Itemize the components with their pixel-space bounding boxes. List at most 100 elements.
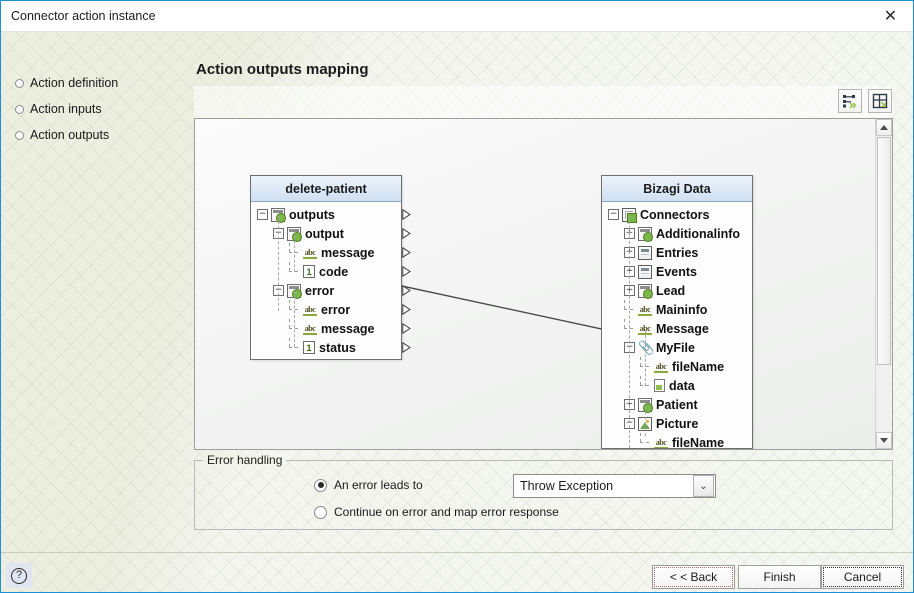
- connector-arrow-icon[interactable]: [402, 208, 411, 221]
- error-handling-legend: Error handling: [203, 453, 287, 467]
- tree-row[interactable]: abc message: [251, 243, 411, 262]
- sidebar-item-label: Action inputs: [30, 102, 102, 116]
- tree-guide-line: [629, 216, 630, 448]
- scroll-down-icon[interactable]: [876, 432, 892, 449]
- sidebar-item-action-definition[interactable]: Action definition: [15, 76, 118, 90]
- abc-icon: abc: [654, 362, 668, 373]
- tree-row[interactable]: − Connectors: [602, 205, 752, 224]
- tree-row-label: status: [319, 340, 356, 355]
- title-bar: Connector action instance ✕: [1, 1, 913, 32]
- connector-arrow-icon[interactable]: [402, 284, 411, 297]
- tree-row-label: Message: [656, 321, 709, 336]
- radio-continue-on-error[interactable]: Continue on error and map error response: [314, 505, 559, 519]
- connector-arrow-icon[interactable]: [402, 227, 411, 240]
- tree-guide-line: [294, 236, 295, 272]
- auto-map-icon[interactable]: [838, 89, 862, 113]
- canvas-vertical-scrollbar[interactable]: [875, 119, 892, 449]
- finish-button[interactable]: Finish: [738, 565, 821, 589]
- tree-row-label: error: [321, 302, 351, 317]
- tree-row[interactable]: abc message: [251, 319, 411, 338]
- tree-row-label: Lead: [656, 283, 686, 298]
- collection-icon: [638, 283, 653, 299]
- tree-row-label: error: [305, 283, 335, 298]
- chevron-down-icon[interactable]: ⌄: [693, 475, 714, 497]
- connector-action-instance-window: Connector action instance ✕ Action defin…: [0, 0, 914, 593]
- tree-row-label: Events: [656, 264, 697, 279]
- connector-arrow-icon[interactable]: [402, 341, 411, 354]
- table-icon: [638, 264, 652, 279]
- number-icon: 1: [303, 341, 315, 354]
- page-title: Action outputs mapping: [196, 61, 369, 78]
- sidebar-item-label: Action definition: [30, 76, 119, 90]
- source-tree-rows: − outputs − output abc message 1 code − error abc e…: [251, 202, 411, 359]
- connector-arrow-icon[interactable]: [402, 303, 411, 316]
- tree-row[interactable]: − error: [251, 281, 411, 300]
- tree-row[interactable]: + Additionalinfo: [602, 224, 752, 243]
- cancel-button[interactable]: Cancel: [821, 565, 904, 589]
- radio-label: An error leads to: [334, 478, 423, 492]
- file-icon: [654, 379, 665, 392]
- abc-icon: abc: [303, 324, 317, 335]
- tree-row[interactable]: abc error: [251, 300, 411, 319]
- tree-row[interactable]: abc Message: [602, 319, 752, 338]
- tree-connector-line: [640, 433, 651, 448]
- tree-row[interactable]: − outputs: [251, 205, 411, 224]
- connector-arrow-icon[interactable]: [402, 246, 411, 259]
- tree-row[interactable]: − 📎 MyFile: [602, 338, 752, 357]
- collapse-icon[interactable]: −: [608, 209, 619, 220]
- tree-row-label: fileName: [672, 359, 725, 374]
- tree-row[interactable]: 1 code: [251, 262, 411, 281]
- abc-icon: abc: [638, 305, 652, 316]
- tree-row-label: Maininfo: [656, 302, 708, 317]
- connector-arrow-icon[interactable]: [402, 322, 411, 335]
- tree-row-label: message: [321, 245, 375, 260]
- window-title: Connector action instance: [11, 9, 156, 23]
- tree-row[interactable]: abc fileName: [602, 433, 752, 448]
- error-action-dropdown[interactable]: Throw Exception ⌄: [513, 474, 716, 498]
- tree-row[interactable]: 1 status: [251, 338, 411, 357]
- table-icon: [638, 245, 652, 260]
- tree-row-label: outputs: [289, 207, 335, 222]
- mapping-canvas-container: delete-patient − outputs − output abc message…: [194, 118, 893, 450]
- tree-row[interactable]: + Patient: [602, 395, 752, 414]
- tree-guide-line: [645, 406, 646, 436]
- target-tree-panel: Bizagi Data − Connectors + Additionalinfo + E…: [601, 175, 753, 449]
- target-tree-rows: − Connectors + Additionalinfo + Entries + Event…: [602, 202, 752, 448]
- radio-icon[interactable]: [314, 478, 327, 492]
- back-button[interactable]: < < Back: [652, 565, 735, 589]
- collapse-icon[interactable]: −: [257, 209, 268, 220]
- source-panel-title: delete-patient: [251, 176, 401, 202]
- tree-row-label: Picture: [656, 416, 699, 431]
- layout-icon[interactable]: [868, 89, 892, 113]
- connector-arrow-icon[interactable]: [402, 265, 411, 278]
- scroll-up-icon[interactable]: [876, 119, 892, 136]
- wizard-step-nav: Action definition Action inputs Action o…: [1, 32, 191, 557]
- sidebar-item-action-inputs[interactable]: Action inputs: [15, 102, 102, 116]
- tree-row[interactable]: abc fileName: [602, 357, 752, 376]
- tree-row[interactable]: + Entries: [602, 243, 752, 262]
- tree-row[interactable]: data: [602, 376, 752, 395]
- radio-icon[interactable]: [314, 505, 327, 519]
- tree-row-label: output: [305, 226, 344, 241]
- tree-row[interactable]: + Events: [602, 262, 752, 281]
- bullet-icon: [15, 78, 24, 88]
- tree-row-label: Entries: [656, 245, 699, 260]
- source-tree-panel: delete-patient − outputs − output abc message…: [250, 175, 411, 360]
- mapping-canvas[interactable]: delete-patient − outputs − output abc message…: [195, 119, 875, 449]
- bullet-icon: [15, 104, 24, 114]
- tree-row[interactable]: + Lead: [602, 281, 752, 300]
- bullet-icon: [15, 130, 24, 140]
- radio-an-error-leads-to[interactable]: An error leads to: [314, 478, 423, 492]
- help-button[interactable]: ?: [6, 563, 32, 588]
- collection-icon: [638, 226, 653, 242]
- tree-row-label: Patient: [656, 397, 698, 412]
- tree-row-label: message: [321, 321, 375, 336]
- tree-row[interactable]: − output: [251, 224, 411, 243]
- tree-row[interactable]: abc Maininfo: [602, 300, 752, 319]
- close-icon[interactable]: ✕: [868, 1, 913, 31]
- sidebar-item-label: Action outputs: [30, 128, 110, 142]
- sidebar-item-action-outputs[interactable]: Action outputs: [15, 128, 109, 142]
- target-panel-title: Bizagi Data: [602, 176, 752, 202]
- scrollbar-thumb[interactable]: [877, 137, 891, 365]
- tree-row[interactable]: − Picture: [602, 414, 752, 433]
